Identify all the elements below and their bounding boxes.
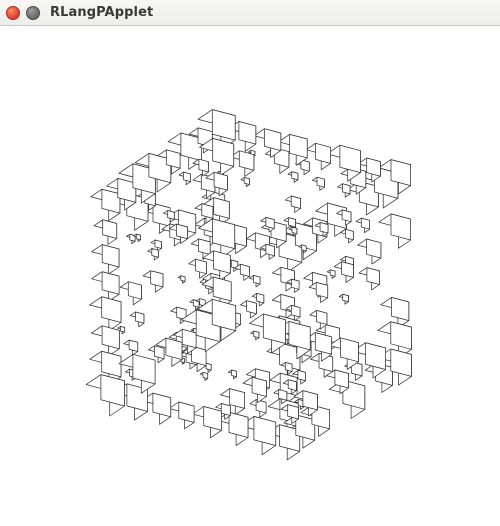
cube-face [290,134,308,158]
cube-face [240,264,249,276]
cube-face [155,240,161,249]
cube-face [244,178,249,185]
cube-face [292,227,297,234]
cube-face [346,229,354,239]
cube-face [391,322,412,350]
cube-face [102,272,119,295]
cube-face [239,122,256,145]
cube-face [102,245,119,267]
cube-face [361,218,369,229]
cube-face [279,390,287,401]
cube-face [367,158,381,176]
cube-face [102,351,121,377]
cube-face [182,329,196,348]
cube-face [166,150,180,168]
cube-face [214,172,227,190]
cube-face [343,294,349,302]
cube-face [335,370,349,388]
cube-face [391,214,411,240]
cube-face [266,217,274,228]
cube-face [288,380,296,391]
cube-face [204,407,222,431]
cube-face [316,143,331,163]
cube-face [288,218,295,227]
cube-face [129,340,138,351]
cube-face [254,331,259,338]
cube-face [151,271,163,287]
cube-face [320,223,328,234]
cube-face [168,211,175,220]
cube-face [391,297,408,320]
cube-face [206,363,211,370]
window-title: RLangPApplet [50,5,153,20]
cube-face [212,219,234,249]
cube-face [342,210,351,222]
cube-face [291,305,300,317]
cube-face [298,370,306,380]
cube-face [179,402,194,422]
cube-face [292,279,300,289]
cube-face [285,362,292,371]
cube-face [196,259,207,274]
close-icon[interactable] [6,6,20,20]
cube-face [221,404,230,416]
scene-svg [0,26,500,526]
cube-face [102,326,119,349]
cube-face [342,262,354,278]
cube-face [340,145,361,172]
cube-face [176,224,187,239]
cube-face [120,326,124,332]
cube-face [154,346,164,359]
cube-face [133,354,155,384]
cube-face [136,312,144,323]
cube-face [102,297,121,323]
cube-face [292,172,298,180]
minimize-icon[interactable] [26,6,40,20]
cube-face [316,282,328,297]
cube-face [303,391,318,410]
titlebar[interactable]: RLangPApplet [0,0,500,26]
cube-face [128,282,141,300]
cube-face [181,276,185,282]
cube-face [254,275,261,284]
cube-face [317,177,324,187]
cube-face [367,239,381,258]
cube-face [340,338,358,362]
cube-face [199,159,209,172]
cube-face [302,245,307,251]
cube-face [254,416,276,445]
cube-face [266,244,275,256]
cube-face [136,234,140,240]
cube-face [103,220,117,239]
cube-face [330,270,335,277]
cube-face [229,412,248,437]
cube-face [101,375,125,406]
cube-face [230,389,245,409]
cube-face [184,172,191,182]
cube-face [213,251,230,273]
cube-face [391,349,412,376]
cube-face [203,372,208,378]
canvas-area [0,26,500,526]
cube-face [342,184,350,194]
cube-face [291,196,300,209]
cube-face [366,343,386,370]
cube-face [316,310,327,324]
cube-face [213,277,231,301]
app-window: RLangPApplet [0,0,500,526]
cube-face [102,189,120,213]
cube-face [264,129,280,151]
cube-face [252,377,266,396]
cube-face [247,301,257,314]
cube-face [257,293,264,303]
cube-face [199,239,211,255]
cube-face [212,110,235,141]
cube-face [367,268,380,285]
cube-face [232,370,237,377]
cube-face [152,249,159,258]
cube-face [288,405,299,419]
cube-face [153,393,171,417]
